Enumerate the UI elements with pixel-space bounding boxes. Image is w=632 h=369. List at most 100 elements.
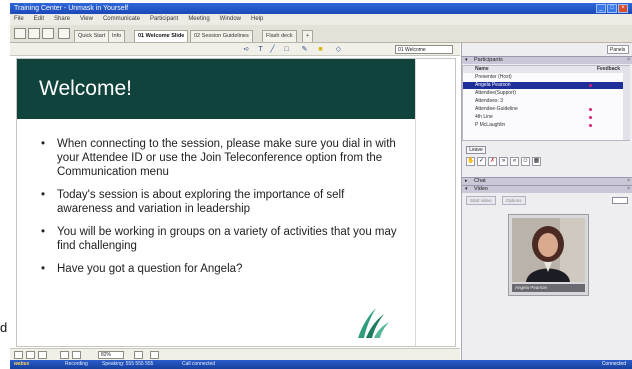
participant-row[interactable]: Attendee(Support)	[463, 90, 623, 97]
panel-view-select[interactable]: Panels	[607, 45, 629, 54]
status-recording: Recording	[65, 361, 88, 367]
save-doc-icon[interactable]	[42, 28, 54, 39]
window-controls: _ □ ×	[596, 4, 628, 13]
slide-title: Welcome!	[39, 77, 132, 100]
slide-header: Welcome!	[17, 59, 415, 119]
tab-welcome-slide[interactable]: 01 Welcome Slide	[134, 30, 189, 42]
list-view-icon[interactable]	[26, 351, 35, 359]
new-doc-icon[interactable]	[14, 28, 26, 39]
video-window[interactable]: Angela Pearson	[508, 214, 589, 296]
menu-file[interactable]: File	[14, 14, 24, 25]
participant-row[interactable]: Presenter (Host)	[463, 74, 623, 81]
menu-help[interactable]: Help	[251, 14, 263, 25]
slide-bullet-list: When connecting to the session, please m…	[39, 137, 399, 285]
participant-row[interactable]: Attendee-Guideline	[463, 106, 623, 113]
participant-toolbar: ✋ ✓ ✗ » « ☺ ▦	[466, 157, 541, 166]
open-doc-icon[interactable]	[28, 28, 40, 39]
menu-window[interactable]: Window	[220, 14, 241, 25]
highlight-icon[interactable]: ■	[316, 45, 325, 54]
fullscreen-icon[interactable]	[612, 197, 628, 204]
window-title: Training Center - Unmask in Yourself	[14, 5, 129, 12]
status-connection: Connected	[601, 361, 626, 367]
window-title-bar: Training Center - Unmask in Yourself _ □…	[10, 3, 632, 14]
presentation-slide: Welcome! When connecting to the session,…	[16, 58, 456, 347]
slide-bullet: You will be working in groups on a varie…	[39, 225, 399, 253]
presenter-video-icon	[512, 218, 585, 282]
shape-icon[interactable]: □	[282, 45, 291, 54]
attendee-group-row[interactable]: Attendees: 3	[463, 98, 623, 105]
raise-hand-icon[interactable]: ✋	[466, 157, 475, 166]
menu-view[interactable]: View	[80, 14, 93, 25]
menu-participant[interactable]: Participant	[150, 14, 178, 25]
start-video-button[interactable]: Start video	[466, 196, 496, 205]
tab-info[interactable]: Info	[108, 30, 126, 42]
menu-meeting[interactable]: Meeting	[188, 14, 209, 25]
document-tab-strip: Quick Start Info 01 Welcome Slide 02 Ses…	[10, 25, 632, 43]
participant-row-selected[interactable]: Angela Pearson	[463, 82, 623, 89]
status-call: Call connected	[182, 361, 216, 367]
annotation-toolbar: ➪ T ╱ □ ✎ ■ ◇ 01 Welcome	[10, 43, 460, 56]
zoom-select[interactable]: 82%	[98, 351, 124, 359]
participant-list-scrollbar[interactable]	[623, 66, 630, 140]
close-icon[interactable]: ×	[627, 186, 630, 193]
status-bar: webex Recording Speaking: 555 555 555 Ca…	[10, 360, 632, 369]
chat-header[interactable]: ▸ Chat ×	[462, 177, 632, 185]
redo-icon[interactable]	[72, 351, 81, 359]
thumbnail-view-icon[interactable]	[14, 351, 23, 359]
video-options-button[interactable]: Options	[502, 196, 526, 205]
expand-icon[interactable]: ▸	[465, 178, 468, 185]
status-speaker: Speaking: 555 555 555	[102, 361, 154, 367]
check-icon[interactable]: ✓	[477, 157, 486, 166]
participant-row[interactable]: P McLaughlin	[463, 122, 623, 129]
tab-quick-start[interactable]: Quick Start	[74, 30, 110, 42]
close-button[interactable]: ×	[618, 4, 628, 13]
eraser-icon[interactable]: ◇	[334, 45, 343, 54]
menu-edit[interactable]: Edit	[34, 14, 44, 25]
slide-bullet: Have you got a question for Angela?	[39, 262, 399, 276]
zoom-tool-icon[interactable]	[134, 351, 143, 359]
emoticon-icon[interactable]: ☺	[521, 157, 530, 166]
tab-add[interactable]: +	[302, 30, 314, 42]
close-icon[interactable]: ×	[627, 57, 630, 64]
page-select[interactable]: 01 Welcome	[395, 45, 453, 54]
status-dot-icon	[589, 116, 592, 119]
collapse-icon[interactable]: ▾	[465, 186, 468, 193]
leave-button[interactable]: Leave	[466, 146, 486, 154]
video-controls: Start video Options	[466, 196, 630, 206]
tab-session-guidelines[interactable]: 02 Session Guidelines	[190, 30, 253, 42]
text-icon[interactable]: T	[256, 45, 265, 54]
grid-view-icon[interactable]	[38, 351, 47, 359]
desktop-edge-text: d	[0, 320, 8, 335]
slower-icon[interactable]: «	[510, 157, 519, 166]
slide-bullet: Today's session is about exploring the i…	[39, 188, 399, 216]
participants-panel: Panels ▾ Participants × Name Feedback Pr…	[461, 43, 632, 360]
status-dot-icon	[589, 84, 592, 87]
collapse-icon[interactable]: ▾	[465, 57, 468, 64]
line-icon[interactable]: ╱	[268, 45, 277, 54]
status-dot-icon	[589, 124, 592, 127]
menu-share[interactable]: Share	[54, 14, 70, 25]
share-icon[interactable]	[58, 28, 70, 39]
close-icon[interactable]: ×	[627, 178, 630, 185]
menu-communicate[interactable]: Communicate	[103, 14, 140, 25]
slide-bullet: When connecting to the session, please m…	[39, 137, 399, 179]
video-header[interactable]: ▾ Video ×	[462, 185, 632, 193]
faster-icon[interactable]: »	[499, 157, 508, 166]
participants-header[interactable]: ▾ Participants ×	[462, 56, 632, 64]
pointer-icon[interactable]: ➪	[242, 45, 251, 54]
chart-icon[interactable]: ▦	[532, 157, 541, 166]
minimize-button[interactable]: _	[596, 4, 606, 13]
cross-icon[interactable]: ✗	[488, 157, 497, 166]
list-header: Name Feedback	[463, 66, 623, 73]
fit-page-icon[interactable]	[150, 351, 159, 359]
participant-list: Name Feedback Presenter (Host) Angela Pe…	[462, 65, 630, 141]
participant-row[interactable]: 4th Line	[463, 114, 623, 121]
pen-icon[interactable]: ✎	[300, 45, 309, 54]
slide-bottom-toolbar: 82%	[10, 348, 460, 360]
maximize-button[interactable]: □	[607, 4, 617, 13]
undo-icon[interactable]	[60, 351, 69, 359]
status-dot-icon	[589, 108, 592, 111]
webex-logo: webex	[14, 361, 30, 367]
tab-flash-deck[interactable]: Flash deck	[262, 30, 297, 42]
menu-bar: File Edit Share View Communicate Partici…	[10, 14, 632, 25]
